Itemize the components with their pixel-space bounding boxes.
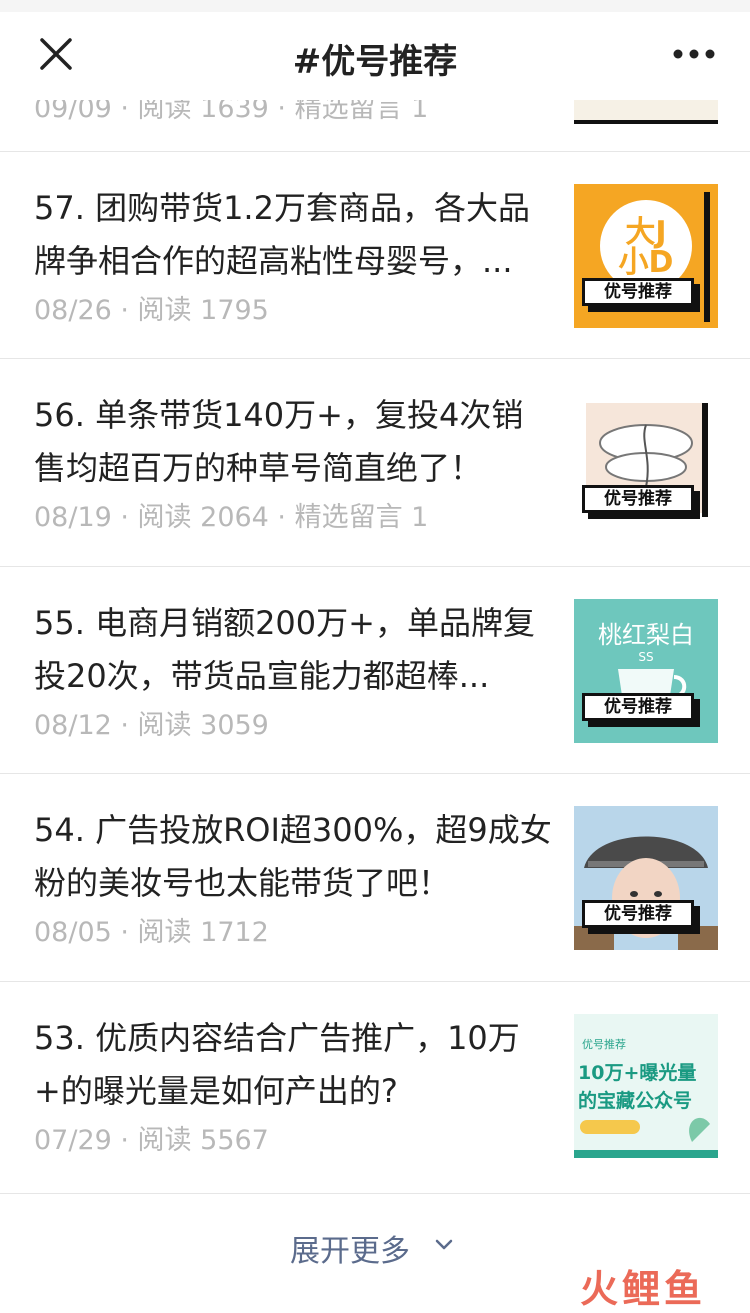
article-thumbnail — [574, 100, 718, 124]
svg-text:小D: 小D — [619, 245, 674, 280]
article-thumbnail: SS 桃红梨白 优号推荐 — [574, 599, 718, 743]
expand-more-label: 展开更多 — [290, 1234, 410, 1269]
thumbnail-tag: 优号推荐 — [582, 485, 694, 513]
thumbnail-tag: 优号推荐 — [582, 693, 694, 721]
article-title: 55. 电商月销额200万+，单品牌复投20次，带货品宣能力都超棒... — [34, 604, 535, 695]
status-bar — [0, 0, 750, 12]
article-meta: 08/26 · 阅读 1795 — [34, 295, 269, 326]
article-thumbnail: 大J 小D 优号推荐 — [574, 184, 718, 328]
article-meta: 08/19 · 阅读 2064 · 精选留言 1 — [34, 502, 429, 533]
article-title: 54. 广告投放ROI超300%，超9成女粉的美妆号也太能带货了吧！ — [34, 811, 552, 902]
chevron-down-icon — [435, 1239, 453, 1250]
list-item[interactable]: 56. 单条带货140万+，复投4次销售均超百万的种草号简直绝了！ 08/19 … — [0, 359, 750, 565]
article-thumbnail: 优号推荐 10万+曝光量 的宝藏公众号 — [574, 1014, 718, 1158]
list-item-partial[interactable]: 09/09 · 阅读 1639 · 精选留言 1 — [0, 100, 750, 150]
article-meta: 09/09 · 阅读 1639 · 精选留言 1 — [34, 100, 429, 124]
article-title: 56. 单条带货140万+，复投4次销售均超百万的种草号简直绝了！ — [34, 396, 524, 487]
article-meta: 08/12 · 阅读 3059 — [34, 710, 269, 741]
article-thumbnail: 优号推荐 — [574, 806, 718, 950]
watermark-logo: 火鲤鱼 — [580, 1267, 707, 1311]
more-icon[interactable] — [672, 46, 716, 62]
list-item[interactable]: 53. 优质内容结合广告推广，10万+的曝光量是如何产出的? 07/29 · 阅… — [0, 982, 750, 1188]
list-item[interactable]: 55. 电商月销额200万+，单品牌复投20次，带货品宣能力都超棒... 08/… — [0, 567, 750, 773]
thumbnail-tag: 优号推荐 — [582, 278, 694, 306]
thumbnail-caption: 桃红梨白 — [598, 621, 694, 649]
page-title: #优号推荐 — [292, 42, 458, 82]
article-meta: 08/05 · 阅读 1712 — [34, 917, 269, 948]
article-title: 53. 优质内容结合广告推广，10万+的曝光量是如何产出的? — [34, 1019, 520, 1110]
article-thumbnail: 优号推荐 — [574, 391, 718, 535]
svg-text:SS: SS — [638, 650, 653, 664]
list-item[interactable]: 57. 团购带货1.2万套商品，各大品牌争相合作的超高粘性母婴号，... 08/… — [0, 152, 750, 358]
thumbnail-tag: 优号推荐 — [582, 900, 694, 928]
list-item[interactable]: 54. 广告投放ROI超300%，超9成女粉的美妆号也太能带货了吧！ 08/05… — [0, 774, 750, 980]
article-meta: 07/29 · 阅读 5567 — [34, 1125, 269, 1156]
article-title: 57. 团购带货1.2万套商品，各大品牌争相合作的超高粘性母婴号，... — [34, 189, 530, 280]
nav-bar: #优号推荐 — [0, 12, 750, 100]
leaf-illustration — [574, 1117, 718, 1158]
